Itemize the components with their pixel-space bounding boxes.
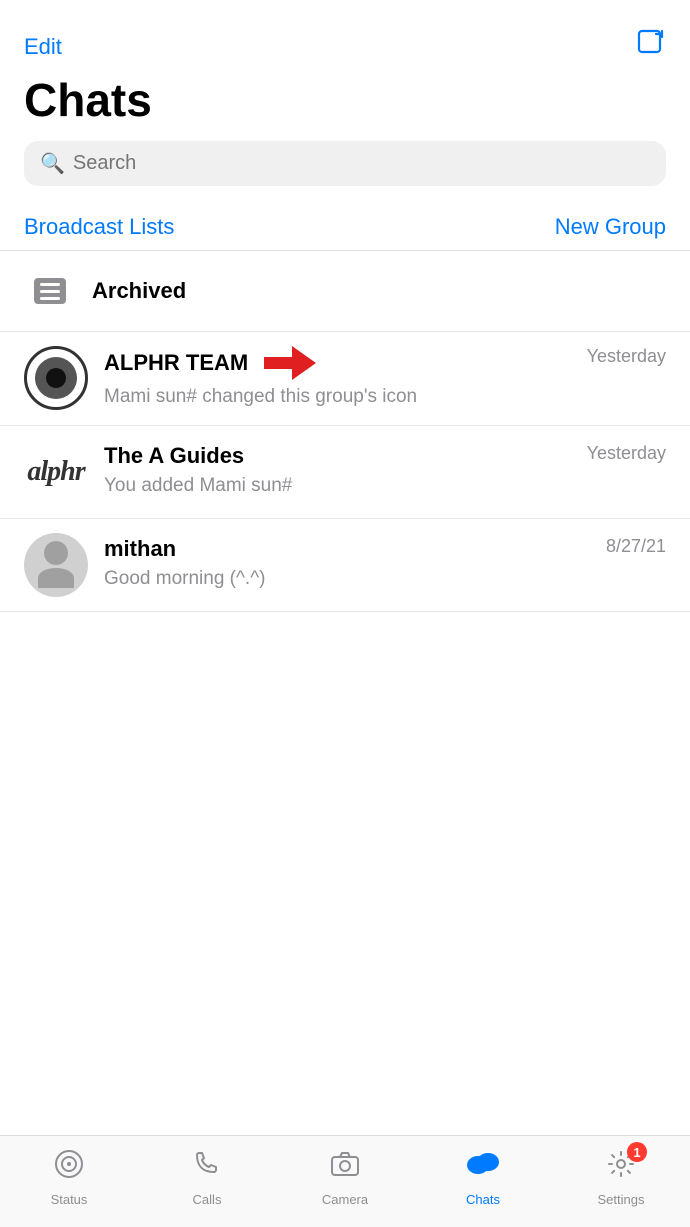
list-item[interactable]: ALPHR TEAM Yesterday Mami sun# changed t… (0, 332, 690, 426)
nav-label-calls: Calls (193, 1192, 222, 1207)
actions-row: Broadcast Lists New Group (0, 204, 690, 251)
avatar: alphr (24, 440, 88, 504)
archived-row[interactable]: Archived (0, 251, 690, 332)
chat-name: ALPHR TEAM (104, 346, 316, 380)
page-title: Chats (24, 69, 666, 141)
chat-name: mithan (104, 536, 176, 562)
nav-label-camera: Camera (322, 1192, 368, 1207)
header: Edit Chats 🔍 (0, 0, 690, 186)
settings-badge: 1 (627, 1142, 647, 1162)
list-item[interactable]: mithan 8/27/21 Good morning (^.^) (0, 519, 690, 612)
camera-icon (329, 1148, 361, 1188)
nav-label-settings: Settings (598, 1192, 645, 1207)
nav-item-status[interactable]: Status (0, 1148, 138, 1207)
avatar (24, 346, 88, 410)
nav-item-calls[interactable]: Calls (138, 1148, 276, 1207)
red-arrow-icon (264, 346, 316, 380)
chat-info: The A Guides Yesterday You added Mami su… (104, 443, 666, 500)
nav-item-camera[interactable]: Camera (276, 1148, 414, 1207)
archived-label: Archived (92, 278, 186, 304)
bottom-nav: Status Calls Camera Chats (0, 1135, 690, 1227)
chat-name: The A Guides (104, 443, 244, 469)
chat-info: ALPHR TEAM Yesterday Mami sun# changed t… (104, 346, 666, 411)
search-input[interactable] (73, 152, 650, 175)
search-bar[interactable]: 🔍 (24, 141, 666, 186)
list-item[interactable]: alphr The A Guides Yesterday You added M… (0, 426, 690, 519)
calls-icon (191, 1148, 223, 1188)
chat-time: Yesterday (587, 443, 666, 464)
edit-button[interactable]: Edit (24, 34, 62, 60)
status-icon (53, 1148, 85, 1188)
chat-preview: Good morning (^.^) (104, 566, 666, 593)
nav-label-chats: Chats (466, 1192, 500, 1207)
nav-label-status: Status (51, 1192, 88, 1207)
archive-icon (24, 265, 76, 317)
search-icon: 🔍 (40, 151, 65, 176)
avatar (24, 533, 88, 597)
settings-icon: 1 (605, 1148, 637, 1188)
chat-time: 8/27/21 (606, 536, 666, 557)
chats-icon (465, 1148, 501, 1188)
chat-time: Yesterday (587, 346, 666, 367)
nav-item-chats[interactable]: Chats (414, 1148, 552, 1207)
broadcast-lists-button[interactable]: Broadcast Lists (24, 214, 174, 240)
chat-preview: You added Mami sun# (104, 473, 666, 500)
compose-icon[interactable] (636, 28, 666, 65)
new-group-button[interactable]: New Group (555, 214, 666, 240)
chat-info: mithan 8/27/21 Good morning (^.^) (104, 536, 666, 593)
chat-preview: Mami sun# changed this group's icon (104, 384, 666, 411)
nav-item-settings[interactable]: 1 Settings (552, 1148, 690, 1207)
chat-list: Archived ALPHR TEAM (0, 251, 690, 612)
